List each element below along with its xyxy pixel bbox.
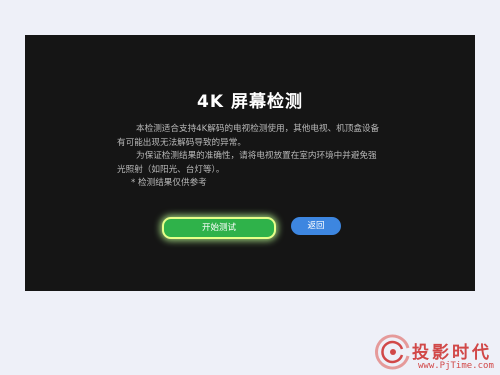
page-title: 4K 屏幕检测 [197,92,303,112]
disclaimer-note: * 检测结果仅供参考 [131,178,207,188]
description-line: 光照射（如阳光、台灯等）。 [117,164,225,175]
watermark-brand: 投影时代 [412,343,492,363]
description-line: 有可能出现无法解码导致的异常。 [117,137,246,148]
description-block: 本检测适合支持4K解码的电视检测使用，其他电视、机顶盒设备 有可能出现无法解码导… [117,123,397,191]
watermark-site: www.PjTime.com [418,361,494,371]
description-line: 本检测适合支持4K解码的电视检测使用，其他电视、机顶盒设备 [136,124,380,134]
tv-screen: 4K 屏幕检测 本检测适合支持4K解码的电视检测使用，其他电视、机顶盒设备 有可… [25,35,475,291]
description-line: 为保证检测结果的准确性，请将电视放置在室内环境中并避免强 [136,151,377,161]
watermark: 投影时代 www.PjTime.com [372,330,500,375]
brand-logo-icon [375,334,410,370]
back-button[interactable]: 返回 [291,217,341,235]
start-test-button[interactable]: 开始测试 [162,217,276,239]
